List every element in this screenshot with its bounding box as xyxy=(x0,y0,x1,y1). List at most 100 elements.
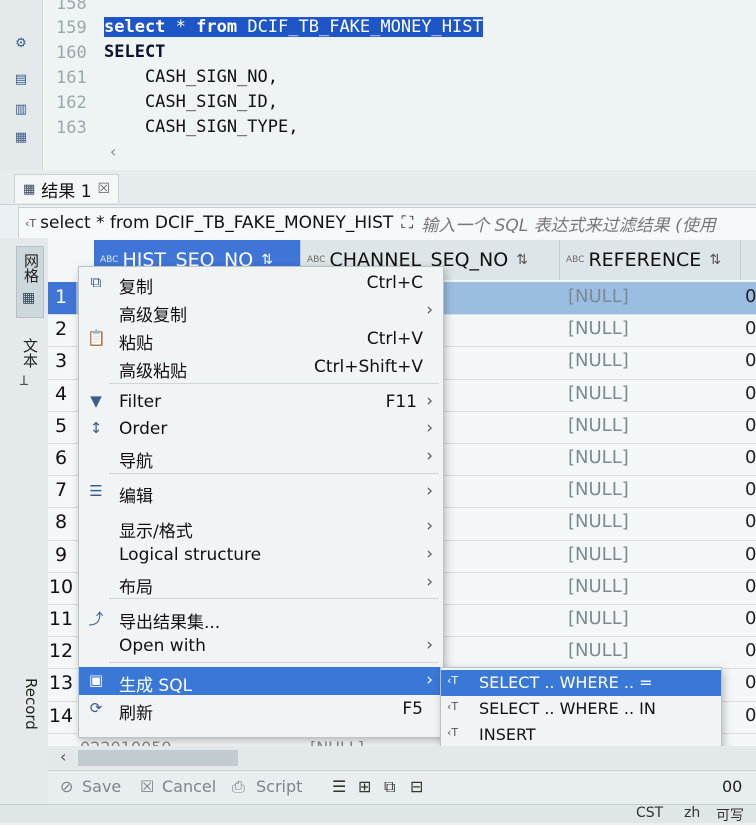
close-icon[interactable]: ☒ xyxy=(98,181,111,197)
scrollbar-thumb[interactable] xyxy=(78,750,238,766)
menu-item[interactable]: 显示/格式 › xyxy=(79,513,443,542)
filter-input[interactable]: 输入一个 SQL 表达式来过滤结果 (使用 xyxy=(421,211,716,236)
row-number[interactable]: 3 xyxy=(48,350,74,372)
tab-text-view[interactable]: 文本 xyxy=(20,338,41,368)
copy-row-icon[interactable]: ⧉ xyxy=(384,777,395,797)
code-line[interactable]: CASH_SIGN_ID, xyxy=(104,92,278,112)
cell-next-column[interactable]: 0 xyxy=(745,286,756,307)
menu-item[interactable]: 布局 › xyxy=(79,569,443,598)
document-alert-icon[interactable]: ▥ xyxy=(14,102,28,118)
row-number[interactable]: 7 xyxy=(48,479,74,501)
menu-item[interactable]: 高级粘贴 Ctrl+Shift+V xyxy=(79,353,443,382)
expand-icon[interactable]: ⛶ xyxy=(401,213,413,233)
sort-filter-icon[interactable]: ⇅ xyxy=(709,252,721,268)
chevron-right-icon: › xyxy=(426,446,433,466)
menu-item[interactable]: ☰ 编辑 › xyxy=(79,478,443,507)
cell-reference[interactable]: [NULL] xyxy=(568,479,629,500)
menu-item[interactable]: ↕ Order › xyxy=(79,415,443,443)
tab-result-1[interactable]: ▦ 结果 1 ☒ xyxy=(14,174,120,203)
document-code-icon[interactable]: ▦ xyxy=(14,130,28,146)
cell-reference[interactable]: [NULL] xyxy=(568,383,629,404)
sort-filter-icon[interactable]: ⇅ xyxy=(516,252,528,268)
row-value: 00 xyxy=(722,777,743,796)
column-header-next[interactable] xyxy=(741,240,756,280)
row-number[interactable]: 5 xyxy=(48,415,74,437)
menu-item[interactable]: ▣ 生成 SQL › xyxy=(79,667,443,696)
menu-item[interactable]: 📋 粘贴 Ctrl+V xyxy=(79,325,443,354)
row-number[interactable]: 14 xyxy=(48,705,74,727)
row-number[interactable]: 4 xyxy=(48,383,74,405)
script-button[interactable]: Script xyxy=(256,777,302,796)
cancel-icon: ☒ xyxy=(140,777,155,796)
cell-reference[interactable]: [NULL] xyxy=(568,350,629,371)
menu-item[interactable]: 高级复制 › xyxy=(79,297,443,326)
cell-reference[interactable]: [NULL] xyxy=(568,608,629,629)
menu-item[interactable]: ▼ Filter F11 › xyxy=(79,388,443,416)
row-number[interactable]: 12 xyxy=(48,640,74,662)
code-line[interactable]: CASH_SIGN_TYPE, xyxy=(104,117,299,137)
submenu-item[interactable]: ‹T SELECT .. WHERE .. IN xyxy=(441,696,721,722)
cell-next-column[interactable]: 0 xyxy=(745,544,756,565)
cell-reference[interactable]: [NULL] xyxy=(568,318,629,339)
submenu-item-label: INSERT xyxy=(479,725,536,744)
scroll-left-icon[interactable]: ‹ xyxy=(60,747,66,766)
row-number[interactable]: 10 xyxy=(48,576,74,598)
code-line[interactable]: CASH_SIGN_NO, xyxy=(104,67,278,87)
gear-icon[interactable]: ⚙ xyxy=(14,36,28,52)
cell-next-column[interactable]: 0 xyxy=(745,576,756,597)
row-number[interactable]: 8 xyxy=(48,511,74,533)
cell-reference[interactable]: [NULL] xyxy=(568,447,629,468)
menu-item-label: 粘贴 xyxy=(119,334,153,354)
tab-grid-view[interactable]: 网格 xyxy=(16,246,44,318)
row-number[interactable]: 6 xyxy=(48,447,74,469)
cell-next-column[interactable]: 0 xyxy=(745,415,756,436)
cell-reference[interactable]: [NULL] xyxy=(568,415,629,436)
edit-row-icon[interactable]: ☰ xyxy=(332,777,346,796)
status-bar: CST zh 可写 xyxy=(0,804,756,824)
code-line-selected[interactable]: select * from DCIF_TB_FAKE_MONEY_HIST xyxy=(104,17,483,37)
tab-label: 结果 1 xyxy=(41,181,92,202)
submenu-item[interactable]: ‹T SELECT .. WHERE .. = xyxy=(441,670,721,696)
row-number[interactable]: 2 xyxy=(48,318,74,340)
cell-reference[interactable]: [NULL] xyxy=(568,286,629,307)
horizontal-scrollbar[interactable]: ‹ xyxy=(48,746,756,770)
row-number[interactable]: 11 xyxy=(48,608,74,630)
cell-next-column[interactable]: 0 xyxy=(745,640,756,661)
line-number: 163 xyxy=(56,118,87,138)
menu-item[interactable]: 导航 › xyxy=(79,443,443,472)
scroll-left-icon[interactable]: ‹ xyxy=(110,142,116,161)
delete-row-icon[interactable]: ⊟ xyxy=(410,777,423,796)
cell-reference[interactable]: [NULL] xyxy=(568,576,629,597)
cell-next-column[interactable]: 0 xyxy=(745,479,756,500)
menu-item[interactable]: ⟳ 刷新 F5 xyxy=(79,695,443,724)
cell-reference[interactable]: [NULL] xyxy=(568,640,629,661)
cell-next-column[interactable]: 0 xyxy=(745,511,756,532)
submenu-item[interactable]: ‹T INSERT xyxy=(441,722,721,748)
cell-next-column[interactable]: 0 xyxy=(745,350,756,371)
cell-reference[interactable]: [NULL] xyxy=(568,511,629,532)
filter-query[interactable]: select * from DCIF_TB_FAKE_MONEY_HIST xyxy=(40,213,393,233)
cell-next-column[interactable]: 0 xyxy=(745,318,756,339)
cell-next-column[interactable]: 0 xyxy=(745,608,756,629)
tab-record-view[interactable]: Record xyxy=(22,678,40,730)
menu-item[interactable]: ⧉ 复制 Ctrl+C xyxy=(79,269,443,298)
cell-next-column[interactable]: 0 xyxy=(745,672,756,693)
line-number: 159 xyxy=(56,18,87,38)
cell-next-column[interactable]: 0 xyxy=(745,447,756,468)
add-row-icon[interactable]: ⊞ xyxy=(358,777,371,796)
menu-item[interactable]: Logical structure › xyxy=(79,541,443,569)
menu-item[interactable]: ⤴ 导出结果集... xyxy=(79,604,443,633)
code-line[interactable]: SELECT xyxy=(104,42,165,62)
cell-next-column[interactable]: 0 xyxy=(745,383,756,404)
sql-editor[interactable]: ⚙ ▤ ▥ ▦ 158 159 select * from DCIF_TB_FA… xyxy=(0,0,756,170)
cell-next-column[interactable]: 0 xyxy=(745,705,756,726)
row-number[interactable]: 1 xyxy=(48,286,74,308)
cell-reference[interactable]: [NULL] xyxy=(568,544,629,565)
row-number[interactable]: 13 xyxy=(48,672,74,694)
save-button[interactable]: Save xyxy=(82,777,121,796)
row-number[interactable]: 9 xyxy=(48,544,74,566)
cancel-button[interactable]: Cancel xyxy=(162,777,216,796)
column-header-reference[interactable]: ABC REFERENCE ⇅ xyxy=(560,240,741,280)
menu-item[interactable]: Open with › xyxy=(79,632,443,660)
document-icon[interactable]: ▤ xyxy=(14,72,28,88)
